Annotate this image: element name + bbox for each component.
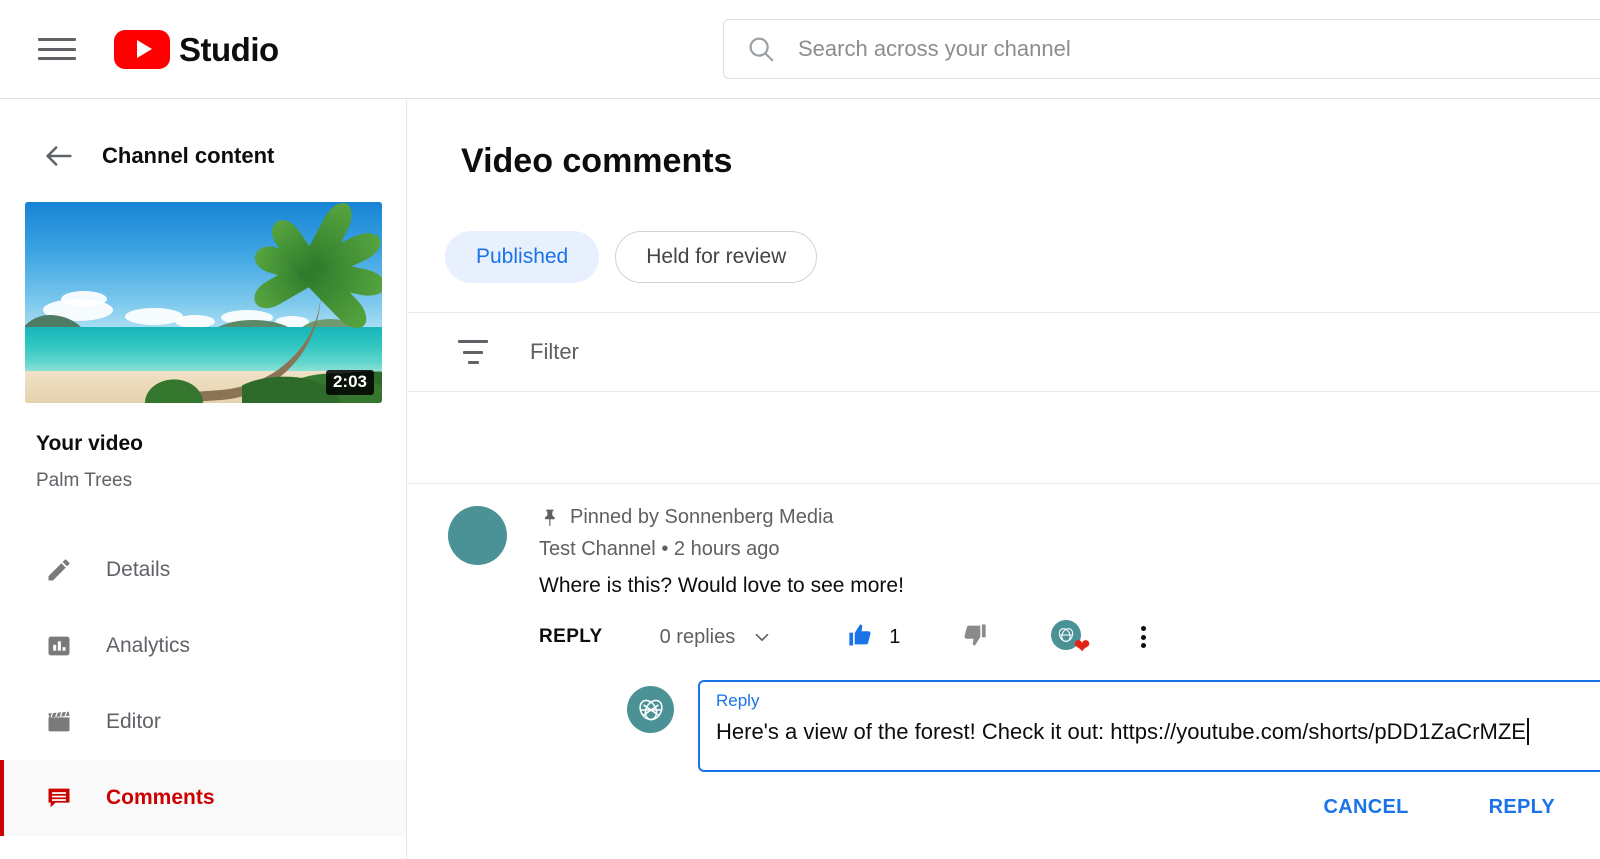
more-vertical-icon[interactable] bbox=[1141, 626, 1147, 648]
like-button[interactable]: 1 bbox=[847, 621, 900, 654]
sidebar-item-analytics[interactable]: Analytics bbox=[0, 608, 406, 684]
filter-placeholder: Filter bbox=[530, 339, 579, 364]
comment-timestamp: 2 hours ago bbox=[673, 538, 780, 560]
reply-field-label: Reply bbox=[716, 691, 760, 710]
heart-icon: ❤ bbox=[1073, 636, 1091, 658]
bar-chart-icon bbox=[42, 629, 76, 663]
studio-logo[interactable]: Studio bbox=[114, 29, 279, 69]
filter-icon bbox=[458, 340, 488, 364]
brand-label: Studio bbox=[179, 30, 279, 68]
comment-actions: REPLY 0 replies 1 ❤ bbox=[539, 620, 1600, 657]
reply-input-value-wrap[interactable]: Here's a view of the forest! Check it ou… bbox=[716, 718, 1595, 745]
pinned-by-label: Pinned by Sonnenberg Media bbox=[570, 506, 834, 528]
youtube-play-icon bbox=[114, 29, 170, 69]
comments-list-header-band bbox=[408, 392, 1600, 484]
sidebar-item-label: Editor bbox=[106, 710, 161, 733]
video-title: Your video bbox=[36, 432, 143, 455]
back-to-channel-content[interactable]: Channel content bbox=[0, 120, 406, 192]
arrow-left-icon bbox=[42, 139, 76, 173]
sidebar-item-label: Details bbox=[106, 558, 171, 581]
youtube-studio-app: Studio Channel content bbox=[0, 0, 1600, 859]
tab-held-for-review[interactable]: Held for review bbox=[615, 231, 818, 283]
text-caret bbox=[1526, 718, 1529, 745]
comment-text: Where is this? Would love to see more! bbox=[539, 574, 904, 597]
page-title: Video comments bbox=[461, 142, 733, 180]
reply-composer: Reply Here's a view of the forest! Check… bbox=[627, 680, 1600, 772]
submit-reply-button[interactable]: REPLY bbox=[1479, 790, 1565, 825]
cancel-button[interactable]: CANCEL bbox=[1314, 790, 1419, 825]
clapperboard-icon bbox=[42, 705, 76, 739]
reply-input-value: Here's a view of the forest! Check it ou… bbox=[716, 718, 1526, 744]
video-name: Palm Trees bbox=[36, 470, 133, 491]
replies-toggle[interactable]: 0 replies bbox=[660, 626, 774, 649]
tab-published[interactable]: Published bbox=[445, 231, 600, 283]
search-bar[interactable] bbox=[723, 19, 1600, 79]
dislike-button[interactable] bbox=[960, 621, 988, 654]
comment-body: Pinned by Sonnenberg Media Test Channel … bbox=[539, 506, 1600, 825]
comment-status-tabs: Published Held for review bbox=[445, 231, 1600, 283]
sidebar-item-editor[interactable]: Editor bbox=[0, 684, 406, 760]
thumb-up-icon bbox=[847, 621, 875, 654]
reply-composer-actions: CANCEL REPLY bbox=[539, 790, 1565, 825]
channel-avatar-leaf-icon bbox=[627, 686, 674, 733]
main-content: Video comments Published Held for review… bbox=[408, 100, 1600, 859]
chevron-down-icon bbox=[751, 626, 773, 648]
replies-count-label: 0 replies bbox=[659, 625, 736, 648]
thumbnail-palm-fronds bbox=[249, 202, 382, 335]
thumbnail-cloud bbox=[61, 291, 107, 307]
comment-icon bbox=[42, 781, 76, 815]
search-icon bbox=[746, 34, 776, 64]
sidebar-nav: Details Analytics Editor Comments bbox=[0, 532, 406, 836]
sidebar-item-label: Comments bbox=[106, 786, 215, 809]
video-thumbnail[interactable]: 2:03 bbox=[25, 202, 382, 403]
video-sidebar: Channel content 2:03 Your video Palm Tre… bbox=[0, 100, 407, 859]
thumbnail-foliage bbox=[137, 373, 211, 403]
heart-button[interactable]: ❤ bbox=[1051, 620, 1090, 657]
avatar bbox=[448, 506, 507, 565]
reply-button[interactable]: REPLY bbox=[539, 626, 603, 648]
comment-author: Test Channel bbox=[539, 538, 656, 560]
sidebar-item-label: Analytics bbox=[106, 634, 191, 657]
filter-bar[interactable]: Filter bbox=[408, 312, 1600, 392]
search-input[interactable] bbox=[798, 29, 1498, 69]
meta-separator: • bbox=[661, 538, 669, 560]
like-count: 1 bbox=[889, 625, 901, 648]
comment-meta: Test Channel • 2 hours ago bbox=[539, 538, 1600, 561]
reply-input-box[interactable]: Reply Here's a view of the forest! Check… bbox=[698, 680, 1600, 772]
app-header: Studio bbox=[0, 0, 1600, 99]
pinned-banner: Pinned by Sonnenberg Media bbox=[539, 506, 1600, 529]
thumb-down-icon bbox=[960, 621, 988, 654]
hamburger-menu-icon[interactable] bbox=[38, 35, 76, 63]
back-label: Channel content bbox=[102, 143, 275, 168]
pencil-icon bbox=[42, 553, 76, 587]
sidebar-item-comments[interactable]: Comments bbox=[0, 760, 406, 836]
video-duration-badge: 2:03 bbox=[325, 370, 374, 395]
comment-item: Pinned by Sonnenberg Media Test Channel … bbox=[408, 484, 1600, 825]
sidebar-item-details[interactable]: Details bbox=[0, 532, 406, 608]
pin-icon bbox=[539, 508, 559, 528]
